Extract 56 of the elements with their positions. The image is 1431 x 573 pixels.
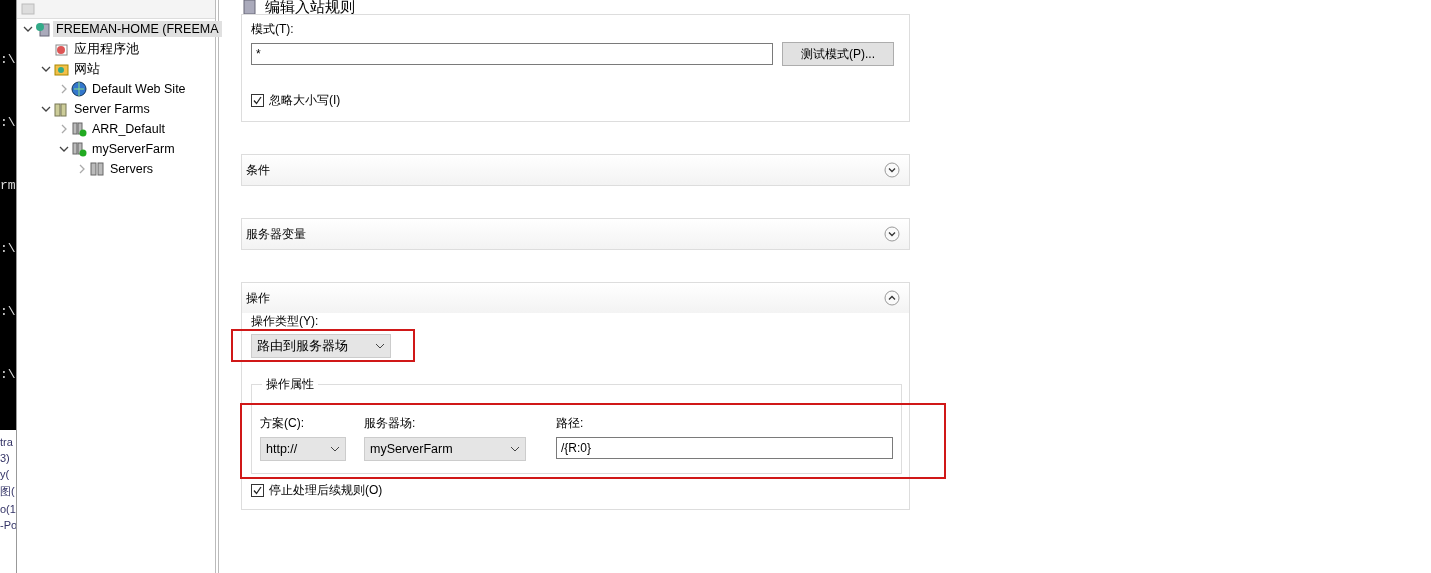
globe-icon (71, 81, 87, 97)
collapse-chevron-icon[interactable] (23, 24, 33, 34)
server-rack-icon (89, 161, 105, 177)
link-text[interactable]: tra (0, 436, 16, 448)
tree-item[interactable]: 网站 (71, 59, 103, 79)
tree-item[interactable]: Server Farms (71, 101, 153, 117)
tree-item[interactable]: myServerFarm (89, 141, 178, 157)
console-text: rm (0, 178, 16, 193)
console-text: :\ (0, 115, 16, 130)
server-rack-icon (53, 101, 69, 117)
field-label: 模式(T): (251, 21, 295, 38)
pattern-field[interactable]: * (251, 43, 773, 65)
checkbox[interactable] (251, 484, 264, 497)
checkmark-icon (253, 486, 262, 495)
link-text[interactable]: y( (0, 468, 16, 480)
server-rack-icon (71, 121, 87, 137)
tree-item[interactable]: ARR_Default (89, 121, 168, 137)
tree-item[interactable]: Servers (107, 161, 157, 177)
field-label: 操作类型(Y): (251, 313, 320, 330)
link-text[interactable]: 图( (0, 484, 16, 499)
collapse-chevron-icon[interactable] (41, 104, 51, 114)
dropdown-caret-icon (330, 446, 340, 452)
checkbox[interactable] (251, 94, 264, 107)
scheme-dropdown[interactable]: http:// (260, 437, 346, 461)
console-text: :\ (0, 304, 16, 319)
expand-chevron-icon[interactable] (884, 226, 900, 242)
checkmark-icon (253, 96, 262, 105)
test-pattern-button[interactable]: 测试模式(P)... (782, 42, 894, 66)
field-label: 路径: (556, 415, 585, 432)
checkbox-label: 停止处理后续规则(O) (269, 482, 383, 499)
console-text: :\ (0, 367, 16, 382)
dropdown-caret-icon (375, 343, 385, 349)
field-label: 方案(C): (260, 415, 305, 432)
console-text: :\ (0, 241, 16, 256)
group-title: 操作属性 (265, 376, 315, 393)
expand-chevron-icon[interactable] (884, 162, 900, 178)
collapse-chevron-icon[interactable] (41, 64, 51, 74)
server-icon (35, 21, 51, 37)
console-text: :\ (0, 52, 16, 67)
field-label: 服务器场: (364, 415, 417, 432)
link-text[interactable]: 3) (0, 452, 16, 464)
tree-item[interactable]: Default Web Site (89, 81, 189, 97)
link-text[interactable]: -Po (0, 519, 16, 531)
tree-item[interactable]: FREEMAN-HOME (FREEMA (53, 21, 222, 37)
action-type-dropdown[interactable]: 路由到服务器场 (251, 334, 391, 358)
link-text[interactable]: o(1 (0, 503, 16, 515)
checkbox-label: 忽略大小写(I) (269, 92, 341, 109)
path-field[interactable]: /{R:0} (556, 437, 893, 459)
collapse-chevron-icon[interactable] (59, 144, 69, 154)
server-rack-icon (71, 141, 87, 157)
dropdown-caret-icon (510, 446, 520, 452)
tree-item[interactable]: 应用程序池 (71, 39, 142, 59)
collapse-chevron-icon[interactable] (884, 290, 900, 306)
server-farm-dropdown[interactable]: myServerFarm (364, 437, 526, 461)
application-pool-icon (53, 41, 69, 57)
folder-globe-icon (53, 61, 69, 77)
